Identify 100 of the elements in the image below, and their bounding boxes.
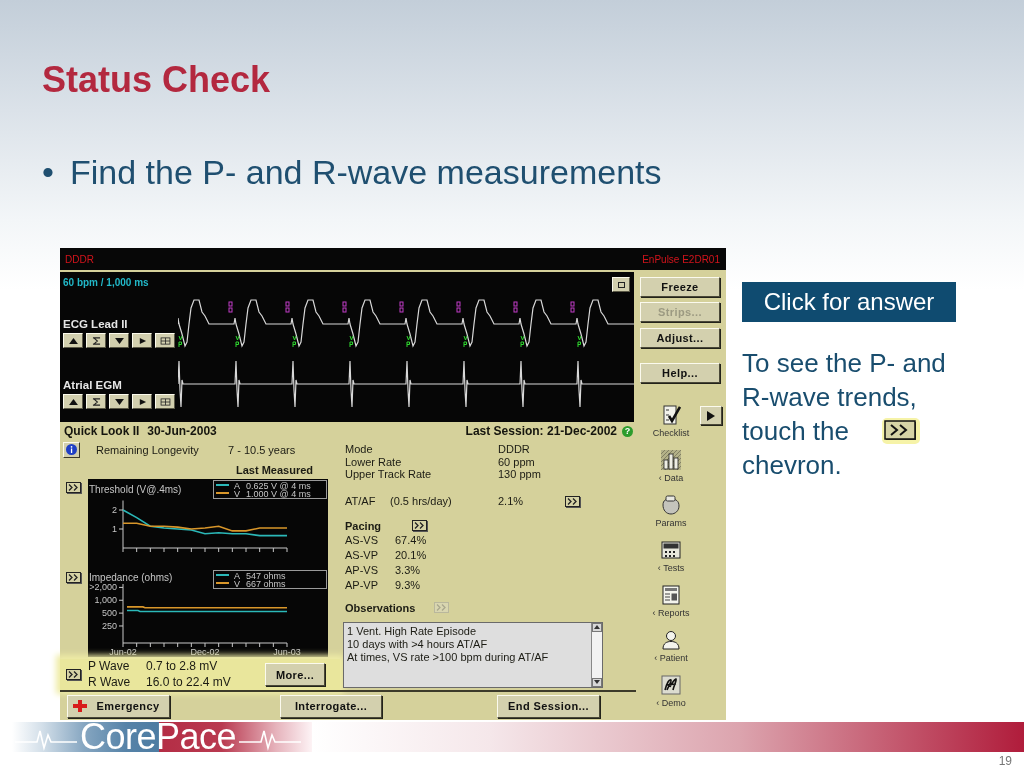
pacing-value: 20.1% <box>395 547 427 563</box>
pacing-label: AP-VS <box>345 562 379 578</box>
grid-icon <box>159 336 171 345</box>
more-button[interactable]: More... <box>265 663 325 686</box>
chevron-button[interactable] <box>66 572 81 583</box>
setting-value: 130 ppm <box>498 468 541 481</box>
info-icon <box>66 444 77 455</box>
tick-label: 2 <box>112 505 117 515</box>
chevron-button[interactable] <box>565 495 580 507</box>
channel-label: Atrial EGM <box>63 378 122 392</box>
bar-chart-icon <box>661 450 681 470</box>
tests-button[interactable]: ‹ Tests <box>657 540 685 585</box>
setting-label: Lower Rate <box>345 455 403 468</box>
pacing-label: AP-VP <box>345 577 379 593</box>
legend-value: 547 ohms <box>246 570 286 581</box>
longevity-value: 7 - 10.5 years <box>228 443 296 456</box>
square-button[interactable] <box>612 277 630 292</box>
triangle-down-icon <box>113 336 125 345</box>
slide-title: Status Check <box>42 58 272 102</box>
scroll-up-button[interactable] <box>592 622 602 632</box>
legend-label: V <box>234 488 240 499</box>
info-button[interactable] <box>63 441 80 458</box>
quick-look-title: Quick Look II <box>64 424 140 438</box>
triangle-up-icon <box>67 397 79 406</box>
channel-label: ECG Lead II <box>63 317 128 331</box>
reports-button[interactable]: ‹ Reports <box>652 585 690 630</box>
scroll-down-button[interactable] <box>592 677 602 687</box>
sigma-icon <box>90 397 102 406</box>
legend-label: A <box>234 570 240 581</box>
setting-value: DDDR <box>498 443 530 456</box>
observation-line: 10 days with >4 hours AT/AF <box>347 637 489 651</box>
legend-label: V <box>234 578 240 589</box>
double-chevron-icon <box>882 418 920 444</box>
command-button[interactable]: End Session... <box>497 694 600 718</box>
hint-text: touch the <box>742 415 849 448</box>
wave-value: 0.7 to 2.8 mV <box>146 659 218 675</box>
setting-label: Mode <box>345 443 374 456</box>
play-button[interactable] <box>132 394 152 409</box>
pacing-value: 3.3% <box>395 562 421 578</box>
params-button[interactable]: Params <box>655 495 687 540</box>
chevron-button[interactable] <box>66 669 81 680</box>
control-panel-icon <box>661 540 681 560</box>
arrow-button[interactable] <box>700 406 722 425</box>
longevity-label: Remaining Longevity <box>96 443 200 456</box>
observation-line: At times, VS rate >100 bpm during AT/AF <box>347 650 550 664</box>
setting-label: Upper Track Rate <box>345 468 433 481</box>
report-icon <box>661 585 681 605</box>
command-button[interactable]: Adjust... <box>640 328 720 348</box>
chevron-button[interactable] <box>66 482 81 493</box>
checklist-button[interactable]: Checklist <box>652 405 690 450</box>
double-chevron-icon <box>68 574 79 581</box>
up-button[interactable] <box>63 394 83 409</box>
at-af-label: AT/AF <box>345 495 377 507</box>
command-button[interactable]: Help... <box>640 363 720 383</box>
square-icon <box>617 281 625 288</box>
command-button[interactable]: Freeze <box>640 277 720 297</box>
command-button[interactable]: Interrogate... <box>280 694 382 718</box>
double-chevron-icon <box>414 522 425 529</box>
grid-button[interactable] <box>155 394 175 409</box>
down-button[interactable] <box>109 333 129 348</box>
legend-label: A <box>234 480 240 491</box>
cross-icon <box>73 700 87 712</box>
sigma-button[interactable] <box>86 333 106 348</box>
data-button[interactable]: ‹ Data <box>658 450 684 495</box>
pacing-label: AS-VS <box>345 532 379 548</box>
mode-label: DDDR <box>65 253 94 265</box>
patient-button[interactable]: ‹ Patient <box>654 630 688 675</box>
quick-look-date: 30-Jun-2003 <box>147 424 217 438</box>
up-button[interactable] <box>63 333 83 348</box>
chevron-button[interactable] <box>412 520 427 531</box>
grid-button[interactable] <box>155 333 175 348</box>
triangle-up-icon <box>67 336 79 345</box>
sigma-button[interactable] <box>86 394 106 409</box>
scrollbar[interactable] <box>591 622 602 687</box>
at-af-value: 2.1% <box>498 495 525 507</box>
pacing-value: 9.3% <box>395 577 421 593</box>
observations-heading: Observations <box>345 601 417 614</box>
checklist-icon <box>661 405 681 425</box>
column-heading: Last Measured <box>236 464 314 476</box>
wave-label: R Wave <box>88 674 132 690</box>
at-af-detail: (0.5 hrs/day) <box>390 495 453 507</box>
axis-label: Jun-02 <box>109 647 137 657</box>
axis-label: Jun-03 <box>273 647 301 657</box>
triangle-down-icon <box>113 397 125 406</box>
bullet-marker: • <box>42 152 55 192</box>
last-session-label: Last Session: 21-Dec-2002 <box>465 424 617 438</box>
down-button[interactable] <box>109 394 129 409</box>
play-button[interactable] <box>132 333 152 348</box>
wave-value: 16.0 to 22.4 mV <box>146 674 231 690</box>
chart-title: Threshold (V@.4ms) <box>89 484 182 495</box>
emergency-button[interactable]: Emergency <box>67 694 170 718</box>
double-chevron-icon <box>436 604 447 611</box>
demo-button[interactable]: ‹ Demo <box>656 675 686 720</box>
help-button[interactable]: ? <box>622 425 633 437</box>
legend-value: 0.625 V @ 4 ms <box>246 480 311 491</box>
answer-button[interactable]: Click for answer <box>742 282 956 322</box>
triangle-up-icon <box>594 625 600 629</box>
page-number: 19 <box>998 754 1012 768</box>
axis-label: Dec-02 <box>190 647 220 657</box>
device-icon <box>661 495 681 515</box>
